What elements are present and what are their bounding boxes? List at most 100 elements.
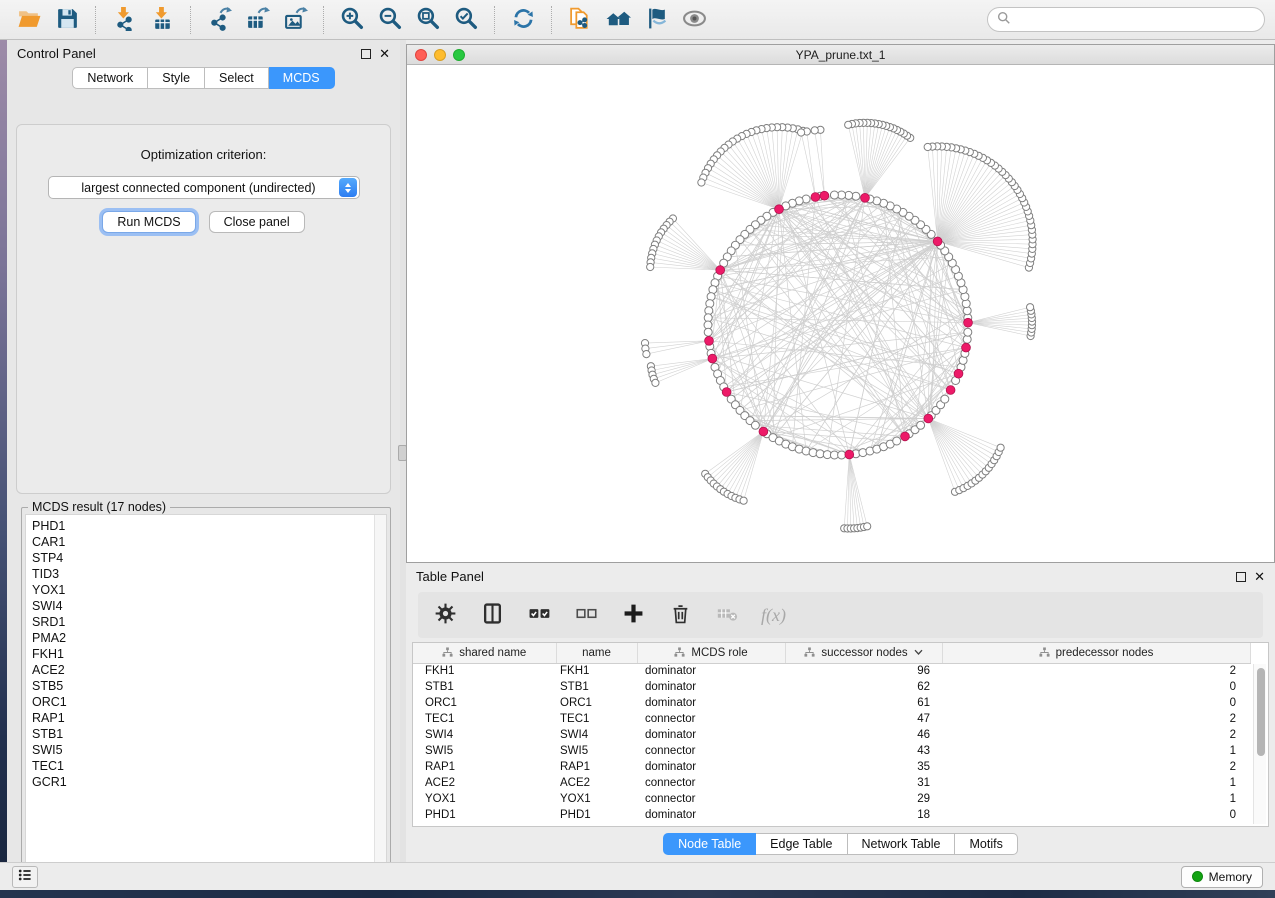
zoom-out-button[interactable]	[371, 4, 409, 36]
show-graphics-details-button[interactable]	[675, 4, 713, 36]
run-mcds-button[interactable]: Run MCDS	[102, 211, 195, 233]
mcds-result-item[interactable]: FKH1	[32, 646, 374, 662]
column-layout-button[interactable]	[479, 602, 505, 628]
mcds-result-item[interactable]: STB1	[32, 726, 374, 742]
add-column-button[interactable]	[620, 602, 646, 628]
close-panel-icon[interactable]: ✕	[1254, 572, 1265, 582]
mcds-result-item[interactable]: ORC1	[32, 694, 374, 710]
zoom-in-button[interactable]	[333, 4, 371, 36]
table-panel-title: Table Panel	[416, 569, 484, 584]
mcds-result-item[interactable]: YOX1	[32, 582, 374, 598]
mcds-result-item[interactable]: SWI5	[32, 742, 374, 758]
close-panel-icon[interactable]: ✕	[379, 49, 390, 59]
network-graph[interactable]	[407, 65, 1274, 562]
cell-successor-nodes: 43	[785, 743, 942, 759]
export-image-icon	[283, 6, 308, 34]
mcds-hub-node	[716, 266, 725, 275]
mcds-result-item[interactable]: TEC1	[32, 758, 374, 774]
search-icon	[997, 11, 1011, 28]
mcds-result-item[interactable]: GCR1	[32, 774, 374, 790]
cell-MCDS-role: dominator	[637, 663, 785, 679]
toolbar-separator	[190, 6, 191, 34]
tab-select[interactable]: Select	[205, 67, 269, 89]
node-table: shared namenameMCDS rolesuccessor nodesp…	[412, 642, 1269, 827]
search-field[interactable]	[987, 7, 1265, 32]
zoom-selected-button[interactable]	[447, 4, 485, 36]
settings-gear-button[interactable]	[432, 602, 458, 628]
scrollbar-thumb[interactable]	[1257, 668, 1265, 756]
tab-network[interactable]: Network	[72, 67, 148, 89]
column-header-successor-nodes[interactable]: successor nodes	[785, 643, 942, 663]
toolbar-separator	[494, 6, 495, 34]
clear-selection-icon	[576, 603, 597, 627]
network-canvas[interactable]	[407, 65, 1274, 562]
mcds-result-list[interactable]: PHD1CAR1STP4TID3YOX1SWI4SRD1PMA2FKH1ACE2…	[25, 514, 387, 874]
export-image-button[interactable]	[276, 4, 314, 36]
table-row[interactable]: YOX1YOX1connector291	[413, 791, 1250, 807]
new-network-from-selection-button[interactable]	[561, 4, 599, 36]
mcds-result-item[interactable]: PHD1	[32, 518, 374, 534]
tab-edge-table[interactable]: Edge Table	[756, 833, 847, 855]
delete-column-button[interactable]	[667, 602, 693, 628]
save-session-button[interactable]	[48, 4, 86, 36]
status-bar: Memory	[0, 862, 1275, 890]
mcds-result-item[interactable]: ACE2	[32, 662, 374, 678]
float-window-icon[interactable]	[361, 49, 371, 59]
table-row[interactable]: SWI4SWI4dominator462	[413, 727, 1250, 743]
memory-button[interactable]: Memory	[1181, 866, 1263, 888]
table-row[interactable]: TEC1TEC1connector472	[413, 711, 1250, 727]
tab-motifs[interactable]: Motifs	[955, 833, 1017, 855]
network-window-titlebar[interactable]: YPA_prune.txt_1	[407, 45, 1274, 65]
table-row[interactable]: PHD1PHD1dominator180	[413, 807, 1250, 823]
tab-mcds[interactable]: MCDS	[269, 67, 335, 89]
mcds-hub-node	[901, 432, 910, 441]
float-window-icon[interactable]	[1236, 572, 1246, 582]
mcds-result-item[interactable]: SRD1	[32, 614, 374, 630]
clear-selection-button[interactable]	[573, 602, 599, 628]
import-network-button[interactable]	[105, 4, 143, 36]
apply-layout-button[interactable]	[504, 4, 542, 36]
mcds-result-item[interactable]: PMA2	[32, 630, 374, 646]
task-list-icon	[17, 867, 33, 886]
mcds-result-item[interactable]: RAP1	[32, 710, 374, 726]
mcds-result-item[interactable]: SWI4	[32, 598, 374, 614]
table-row[interactable]: ORC1ORC1dominator610	[413, 695, 1250, 711]
zoom-fit-button[interactable]	[409, 4, 447, 36]
table-row[interactable]: FKH1FKH1dominator962	[413, 663, 1250, 679]
mcds-result-item[interactable]: CAR1	[32, 534, 374, 550]
open-file-button[interactable]	[10, 4, 48, 36]
table-row[interactable]: RAP1RAP1dominator352	[413, 759, 1250, 775]
mcds-hub-node	[946, 386, 955, 395]
criterion-dropdown[interactable]: largest connected component (undirected)	[48, 176, 360, 199]
column-header-shared-name[interactable]: shared name	[413, 643, 556, 663]
mcds-result-item[interactable]: TID3	[32, 566, 374, 582]
mcds-result-item[interactable]: STB5	[32, 678, 374, 694]
export-network-button[interactable]	[200, 4, 238, 36]
search-input[interactable]	[1016, 13, 1255, 27]
table-row[interactable]: ACE2ACE2connector311	[413, 775, 1250, 791]
first-neighbors-icon	[606, 6, 631, 34]
column-header-MCDS-role[interactable]: MCDS role	[637, 643, 785, 663]
select-all-icon	[529, 603, 550, 627]
hide-flagged-button[interactable]	[637, 4, 675, 36]
table-row[interactable]: SWI5SWI5connector431	[413, 743, 1250, 759]
export-table-button[interactable]	[238, 4, 276, 36]
tab-style[interactable]: Style	[148, 67, 205, 89]
desktop-wallpaper-bottom	[0, 890, 1275, 898]
table-scrollbar[interactable]	[1253, 664, 1266, 824]
sort-desc-icon[interactable]	[914, 649, 923, 656]
close-panel-button[interactable]: Close panel	[209, 211, 305, 233]
column-header-predecessor-nodes[interactable]: predecessor nodes	[942, 643, 1250, 663]
column-header-name[interactable]: name	[556, 643, 637, 663]
cell-MCDS-role: connector	[637, 791, 785, 807]
table-row[interactable]: STB1STB1dominator620	[413, 679, 1250, 695]
first-neighbors-button[interactable]	[599, 4, 637, 36]
tab-node-table[interactable]: Node Table	[663, 833, 756, 855]
task-history-button[interactable]	[12, 866, 38, 888]
tab-network-table[interactable]: Network Table	[848, 833, 956, 855]
cell-shared-name: SWI5	[413, 743, 556, 759]
mcds-result-item[interactable]: STP4	[32, 550, 374, 566]
result-list-scrollbar[interactable]	[374, 515, 386, 873]
import-table-button[interactable]	[143, 4, 181, 36]
select-all-button[interactable]	[526, 602, 552, 628]
